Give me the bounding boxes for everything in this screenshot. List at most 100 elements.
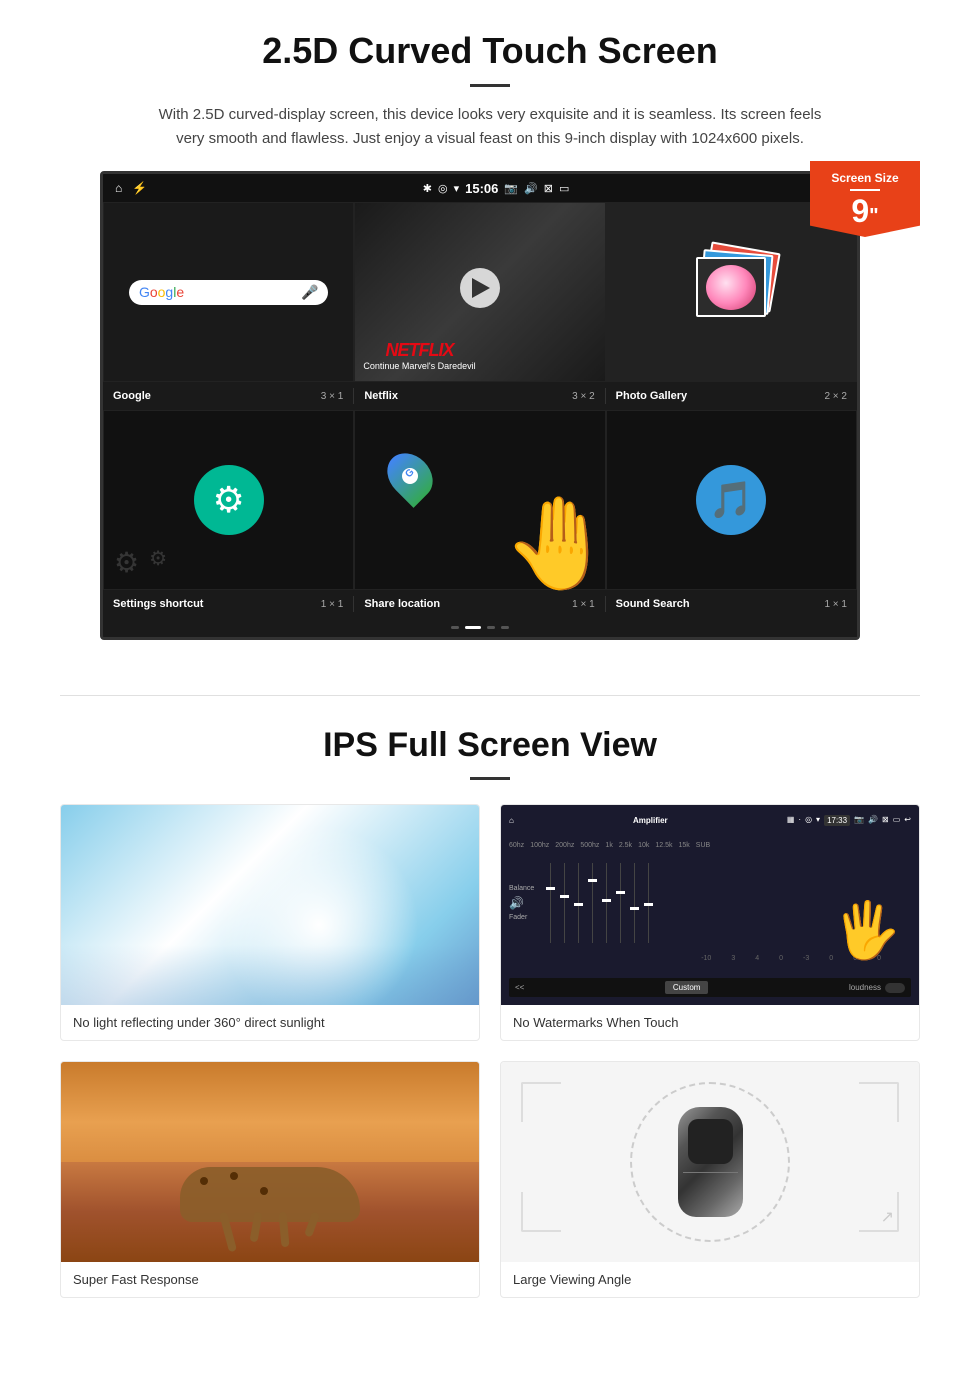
maps-cell[interactable]: G 🤚 (354, 410, 605, 590)
sound-cell[interactable]: 🎵 (606, 410, 857, 590)
eq-handle-5 (602, 899, 611, 902)
eq-handle-1 (546, 887, 555, 890)
gallery-label-size: 2 × 2 (824, 391, 847, 402)
eq-slider-group-8 (643, 863, 654, 943)
netflix-subtitle: Continue Marvel's Daredevil (363, 361, 475, 371)
dot-1 (451, 626, 459, 629)
feature-car: ↗ Large Viewing Angle (500, 1061, 920, 1298)
gallery-cell[interactable] (606, 202, 857, 382)
badge-line (850, 189, 880, 191)
badge-size: 9" (826, 195, 904, 227)
netflix-content: NETFLIX Continue Marvel's Daredevil (355, 203, 604, 381)
eq-track-1 (550, 863, 551, 943)
screen-size-badge: Screen Size 9" (810, 161, 920, 237)
section1-description: With 2.5D curved-display screen, this de… (150, 103, 830, 151)
section2-underline (470, 777, 510, 780)
corner-bl (521, 1192, 561, 1232)
settings-bg-icons: ⚙ ⚙ (114, 546, 167, 579)
eq-track-6 (620, 863, 621, 943)
maps-label-name: Share location (364, 598, 440, 610)
google-label: Google 3 × 1 (103, 388, 354, 404)
corner-tr (859, 1082, 899, 1122)
car-top-view (678, 1107, 743, 1217)
badge-title: Screen Size (826, 171, 904, 185)
loudness-toggle[interactable] (885, 983, 905, 993)
loudness-area: loudness (849, 983, 905, 993)
volume-icon: 🔊 (524, 182, 538, 195)
settings-icon: ⚙ (194, 465, 264, 535)
eq-handle-8 (644, 903, 653, 906)
dot-4 (501, 626, 509, 629)
google-search-bar[interactable]: Google 🎤 (129, 280, 328, 305)
spot-3 (260, 1187, 268, 1195)
sound-icon: 🎵 (696, 465, 766, 535)
status-time: 15:06 (465, 181, 498, 196)
eq-handle-6 (616, 891, 625, 894)
eq-track-3 (578, 863, 579, 943)
sound-label-size: 1 × 1 (824, 599, 847, 610)
car-view-circle (630, 1082, 790, 1242)
section-curved-touch: 2.5D Curved Touch Screen With 2.5D curve… (0, 0, 980, 665)
google-label-size: 3 × 1 (321, 391, 344, 402)
feature-amplifier: ⌂ Amplifier ▦·◎▾ 17:33 📷🔊⊠▭↩ 60hz100hz20… (500, 804, 920, 1041)
gallery-label-name: Photo Gallery (616, 390, 688, 402)
cheetah-caption: Super Fast Response (61, 1262, 479, 1297)
bluetooth-icon: ✱ (423, 182, 432, 195)
play-triangle-icon (472, 278, 490, 298)
amp-nav: << (515, 983, 524, 992)
netflix-label-box: NETFLIX Continue Marvel's Daredevil (363, 340, 475, 371)
title-underline (470, 84, 510, 87)
page-dots (103, 618, 857, 637)
sound-label-name: Sound Search (616, 598, 690, 610)
music-note-icon: 🎵 (709, 479, 754, 521)
eq-handle-3 (574, 903, 583, 906)
maps-pin-icon: G (379, 444, 443, 508)
app-grid-row2: ⚙ ⚙ ⚙ G (103, 410, 857, 590)
status-left: ⌂ ⚡ (115, 181, 147, 195)
flower-img (706, 265, 756, 310)
corner-tl (521, 1082, 561, 1122)
settings-cell[interactable]: ⚙ ⚙ ⚙ (103, 410, 354, 590)
amplifier-caption: No Watermarks When Touch (501, 1005, 919, 1040)
eq-slider-group-4 (587, 863, 598, 943)
car-door-line (683, 1172, 738, 1173)
eq-track-2 (564, 863, 565, 943)
eq-handle-7 (630, 907, 639, 910)
gallery-card-3 (696, 257, 766, 317)
cheetah-image (61, 1062, 479, 1262)
amp-bottom-bar: << Custom loudness (509, 978, 911, 997)
netflix-cell[interactable]: NETFLIX Continue Marvel's Daredevil (354, 202, 605, 382)
status-center: ✱ ◎ ▾ 15:06 📷 🔊 ⊠ ▭ (423, 181, 570, 196)
amp-status-bar: ⌂ Amplifier ▦·◎▾ 17:33 📷🔊⊠▭↩ (509, 813, 911, 828)
play-button[interactable] (460, 268, 500, 308)
sunlight-image (61, 805, 479, 1005)
eq-slider-group-7 (629, 863, 640, 943)
wifi-icon: ▾ (454, 182, 460, 195)
eq-slider-group-5 (601, 863, 612, 943)
settings-label-size: 1 × 1 (321, 599, 344, 610)
car-body (678, 1107, 743, 1217)
pointing-hand: 🤚 (503, 499, 615, 589)
cell-labels-row2: Settings shortcut 1 × 1 Share location 1… (103, 590, 857, 618)
amp-hand: 🖐 (833, 898, 901, 963)
car-image: ↗ (501, 1062, 919, 1262)
eq-slider-group (545, 863, 556, 943)
netflix-logo: NETFLIX (363, 340, 475, 361)
usb-icon: ⚡ (132, 181, 147, 195)
eq-track-8 (648, 863, 649, 943)
eq-bars (545, 863, 654, 943)
spot-2 (230, 1172, 238, 1180)
amp-icons: ▦·◎▾ 17:33 📷🔊⊠▭↩ (787, 815, 911, 826)
amp-home: ⌂ (509, 816, 514, 825)
google-cell[interactable]: Google 🎤 (103, 202, 354, 382)
leg-2 (249, 1212, 262, 1243)
dot-2 (465, 626, 481, 629)
cheetah-legs (224, 1212, 316, 1252)
settings-label-name: Settings shortcut (113, 598, 203, 610)
eq-bars-container: 🖐 (545, 863, 911, 943)
android-screen: ⌂ ⚡ ✱ ◎ ▾ 15:06 📷 🔊 ⊠ ▭ (100, 171, 860, 640)
leg-3 (278, 1212, 289, 1248)
maps-icon-container: G (390, 451, 430, 501)
screen-icon: ▭ (559, 182, 569, 195)
custom-btn: Custom (665, 981, 709, 994)
